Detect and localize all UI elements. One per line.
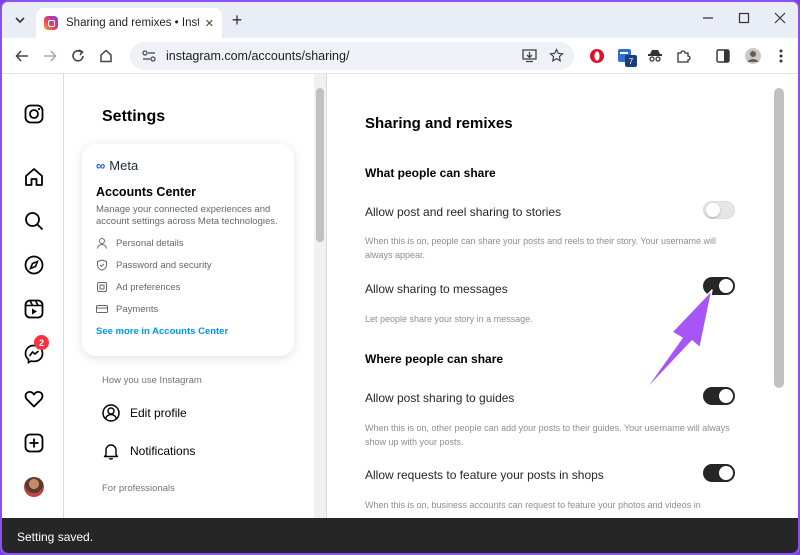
toggle-knob <box>719 279 733 293</box>
minimize-icon[interactable] <box>702 12 714 27</box>
ac-item-label: Ad preferences <box>116 281 181 293</box>
accounts-center-title: Accounts Center <box>96 185 197 199</box>
nav-rail: 2 <box>2 74 64 553</box>
sidebar-item-label: Edit profile <box>130 406 187 420</box>
settings-sidebar: Settings ∞ Meta Accounts Center Manage y… <box>64 74 314 553</box>
more-menu-icon[interactable] <box>772 47 790 65</box>
calendar-extension-icon[interactable]: 7 <box>616 47 637 67</box>
person-icon <box>97 238 107 249</box>
browser-window: Sharing and remixes • Instagram ✕ + in <box>0 0 800 555</box>
reload-button[interactable] <box>68 46 88 66</box>
messages-badge: 2 <box>34 335 49 350</box>
arrow-right-icon <box>44 50 57 62</box>
instagram-page: 2 Settings ∞ Meta Accounts Center Manage… <box>2 74 798 553</box>
main-scrollbar-thumb[interactable] <box>774 88 784 388</box>
home-icon <box>100 49 112 63</box>
main-scrollbar[interactable] <box>772 74 798 553</box>
site-settings-icon[interactable] <box>142 50 156 62</box>
meta-brand: Meta <box>109 158 139 173</box>
shops-feature-toggle[interactable] <box>703 464 735 482</box>
close-window-icon[interactable] <box>774 12 786 27</box>
setting-desc-shops: When this is on, business accounts can r… <box>365 500 701 510</box>
messenger-icon[interactable]: 2 <box>22 335 49 366</box>
setting-desc-story-sharing: When this is on, people can share your p… <box>365 236 717 260</box>
sidebar-scrollbar-thumb[interactable] <box>316 88 324 242</box>
toggle-knob <box>719 389 733 403</box>
annotation-arrow-icon <box>641 289 713 395</box>
spy-extension-icon[interactable] <box>646 47 664 65</box>
ac-item-personal-details[interactable]: Personal details <box>96 236 280 250</box>
ac-item-label: Password and security <box>116 259 212 271</box>
profile-avatar-icon[interactable] <box>744 47 762 65</box>
extension-badge: 7 <box>625 55 637 67</box>
create-plus-icon[interactable] <box>22 431 46 455</box>
section-for-professionals: For professionals <box>102 483 175 494</box>
reels-icon[interactable] <box>22 297 46 321</box>
search-icon[interactable] <box>22 209 46 233</box>
install-app-icon[interactable] <box>522 48 537 63</box>
explore-compass-icon[interactable] <box>22 253 46 277</box>
page-title: Sharing and remixes <box>365 115 513 132</box>
address-bar[interactable]: instagram.com/accounts/sharing/ <box>130 42 574 70</box>
credit-card-icon <box>96 305 108 313</box>
toast-setting-saved: Setting saved. <box>2 518 798 553</box>
group-what-people-can-share: What people can share <box>365 166 496 180</box>
shield-icon <box>97 259 107 271</box>
instagram-favicon-icon <box>44 16 58 30</box>
accounts-center-card[interactable]: ∞ Meta Accounts Center Manage your conne… <box>82 144 294 356</box>
setting-label-guides: Allow post sharing to guides <box>365 391 515 405</box>
instagram-logo-icon[interactable] <box>22 102 46 126</box>
maximize-icon[interactable] <box>738 12 750 27</box>
setting-label-story-sharing: Allow post and reel sharing to stories <box>365 205 562 219</box>
section-how-you-use: How you use Instagram <box>102 375 202 386</box>
side-panel-icon[interactable] <box>714 47 732 65</box>
setting-label-shops: Allow requests to feature your posts in … <box>365 468 604 482</box>
ac-item-label: Payments <box>116 303 159 315</box>
arrow-left-icon <box>15 50 28 62</box>
ac-item-label: Personal details <box>116 237 184 249</box>
ac-item-password-security[interactable]: Password and security <box>96 258 280 272</box>
sidebar-item-edit-profile[interactable]: Edit profile <box>102 404 187 422</box>
url-text: instagram.com/accounts/sharing/ <box>166 49 350 63</box>
setting-label-messages: Allow sharing to messages <box>365 282 508 296</box>
chevron-down-icon <box>15 17 25 24</box>
home-nav-icon[interactable] <box>22 165 46 189</box>
tab-strip: Sharing and remixes • Instagram ✕ + <box>2 2 798 38</box>
home-button[interactable] <box>96 46 116 66</box>
meta-infinity-icon: ∞ <box>96 158 106 173</box>
tab-close-icon[interactable]: ✕ <box>205 17 214 30</box>
puzzle-icon[interactable] <box>674 47 692 65</box>
ac-item-payments[interactable]: Payments <box>96 302 280 316</box>
heart-icon[interactable] <box>22 387 46 411</box>
sidebar-scrollbar[interactable] <box>314 74 326 553</box>
tab-search-button[interactable] <box>10 10 30 30</box>
ac-item-ad-preferences[interactable]: Ad preferences <box>96 280 280 294</box>
toggle-knob <box>706 203 720 217</box>
browser-toolbar: instagram.com/accounts/sharing/ 7 <box>2 38 798 74</box>
profile-circle-icon <box>102 404 120 422</box>
forward-button[interactable] <box>40 46 60 66</box>
bell-icon <box>103 444 119 460</box>
toggle-knob <box>719 466 733 480</box>
reload-icon <box>72 49 84 62</box>
back-button[interactable] <box>12 46 32 66</box>
new-tab-button[interactable]: + <box>228 11 246 29</box>
accounts-center-link[interactable]: See more in Accounts Center <box>96 326 280 337</box>
sidebar-item-notifications[interactable]: Notifications <box>102 442 195 460</box>
setting-desc-guides: When this is on, other people can add yo… <box>365 423 730 447</box>
bookmark-star-icon[interactable] <box>549 48 564 63</box>
ad-icon <box>97 282 107 292</box>
story-sharing-toggle[interactable] <box>703 201 735 219</box>
meta-logo: ∞ Meta <box>96 158 280 173</box>
tab-title: Sharing and remixes • Instagram <box>66 17 199 29</box>
profile-avatar[interactable] <box>24 477 44 497</box>
group-where-people-can-share: Where people can share <box>365 352 504 366</box>
settings-title: Settings <box>102 108 166 125</box>
sidebar-item-label: Notifications <box>130 444 196 458</box>
opera-extension-icon[interactable] <box>588 47 606 65</box>
active-tab[interactable]: Sharing and remixes • Instagram ✕ <box>36 8 222 38</box>
accounts-center-description: Manage your connected experiences and ac… <box>96 204 278 227</box>
